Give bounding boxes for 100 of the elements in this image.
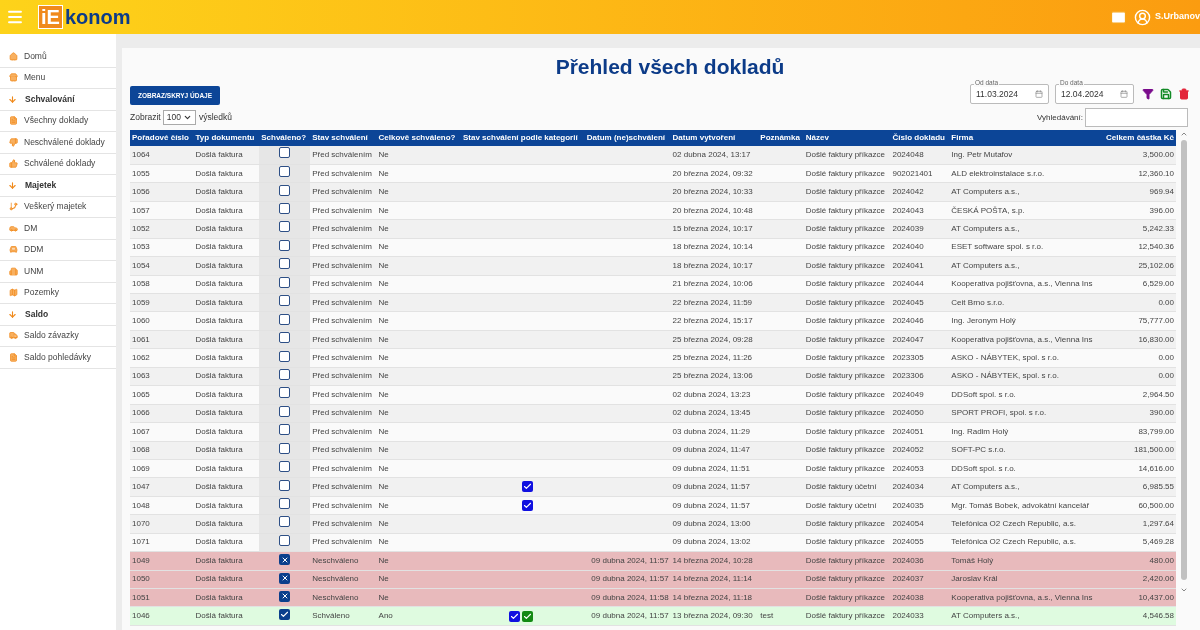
sidebar-item[interactable]: Menu [0,67,116,89]
column-header[interactable]: Schváleno? [259,130,311,146]
checkbox[interactable] [279,350,291,362]
checkbox[interactable] [279,332,291,344]
table-cell: Telefónica O2 Czech Republic, a.s. [949,514,1101,534]
category-checkbox[interactable] [508,610,520,622]
table-cell: 1063 [130,367,194,386]
checkbox[interactable] [279,258,291,270]
column-header[interactable]: Pořadové číslo [130,130,194,146]
rejected-checkbox[interactable] [279,572,291,584]
checkbox[interactable] [279,405,291,417]
sidebar-item[interactable]: DDM [0,239,116,261]
table-cell: 2024044 [890,275,950,294]
save-icon[interactable] [1160,88,1172,100]
sidebar-item[interactable]: DM [0,218,116,240]
calendar-icon[interactable] [1120,90,1128,98]
checkbox[interactable] [279,609,291,621]
table-cell: Před schválením [310,330,377,349]
calendar-icon[interactable] [1035,90,1043,98]
filter-icon[interactable] [1142,88,1154,100]
table-cell: Ne [376,330,461,349]
table-cell: Před schválením [310,146,377,165]
table-cell: Došlé faktury příkazce [803,293,891,312]
sidebar-item[interactable]: Saldo závazky [0,325,116,347]
sidebar-item[interactable]: Schválené doklady [0,153,116,175]
scroll-up-icon[interactable] [1180,130,1188,138]
sidebar-section[interactable]: Majetek [0,175,116,197]
table-cell: Došlé faktury příkazce [803,256,891,276]
checkbox[interactable] [279,498,291,510]
sidebar-section[interactable]: Saldo [0,304,116,326]
checkbox[interactable] [279,147,291,159]
checkbox[interactable] [279,166,291,178]
category-checkbox[interactable] [521,481,533,493]
delete-icon[interactable] [1178,88,1190,100]
table-cell: 09 dubna 2024, 11:57 [670,496,759,515]
table-cell: Došlá faktura [193,606,260,626]
column-header[interactable]: Firma [949,130,1101,146]
table-cell: Neschváleno [310,551,377,571]
table-cell: 181,500.00 [1100,441,1176,460]
checkbox[interactable] [279,516,291,528]
table-cell: 09 dubna 2024, 11:57 [591,555,669,565]
column-header[interactable]: Celkově schváleno? [376,130,461,146]
checkbox[interactable] [279,461,291,473]
table-cell: Došlá faktura [193,588,260,607]
table-cell: 09 dubna 2024, 11:47 [670,441,759,460]
sidebar-item[interactable]: Pozemky [0,282,116,304]
table-cell: 396.00 [1100,201,1176,220]
sidebar-item[interactable]: Saldo pohledávky [0,347,116,369]
table-row[interactable]: 1064 Došlá faktura Před schválením Ne 02 dubna 2024, 13:17 Došlé faktury příkazce 2024048 Ing. Petr Mutafov 3,500.00 [130,146,1176,165]
column-header[interactable]: Stav schválení podle kategorií [460,130,585,146]
column-header[interactable]: Stav schválení [310,130,377,146]
checkbox[interactable] [279,276,291,288]
table-cell: Kooperativa pojišťovna, a.s., Vienna Ins [949,275,1101,294]
table-cell: Ne [376,348,461,368]
sidebar-section[interactable]: Schvalování [0,89,116,111]
table-cell: 0.00 [1100,367,1176,386]
column-header[interactable]: Název [803,130,891,146]
checkbox[interactable] [279,239,291,251]
checkbox[interactable] [279,368,291,380]
rejected-checkbox[interactable] [279,554,291,566]
checkbox[interactable] [279,184,291,196]
sidebar-item[interactable]: Domů [0,46,116,68]
scroll-down-icon[interactable] [1180,586,1188,594]
column-header[interactable]: Číslo dokladu [890,130,950,146]
checkbox[interactable] [279,221,291,233]
table-cell: Ne [376,385,461,405]
sidebar-item[interactable]: UNM [0,261,116,283]
checkbox[interactable] [279,534,291,546]
search-field[interactable] [1085,108,1188,127]
checkbox[interactable] [279,442,291,454]
table-cell: 1065 [130,385,194,405]
checkbox[interactable] [279,479,291,491]
table-cell: Ne [376,256,461,276]
column-header[interactable]: Celkem částka Kč [1100,130,1176,146]
table-cell: Před schválením [310,533,377,552]
checkbox[interactable] [279,295,291,307]
checkbox[interactable] [279,203,291,215]
table-cell: AT Computers a.s., [949,477,1101,497]
rejected-checkbox[interactable] [279,590,291,602]
page-size-select[interactable]: 100 [162,110,196,125]
checkbox[interactable] [279,313,291,325]
table-cell: 2023306 [890,367,950,386]
column-header[interactable]: Typ dokumentu [193,130,260,146]
checkbox[interactable] [279,387,291,399]
table-cell: Došlé faktury příkazce [803,348,891,368]
table-cell: Ne [376,164,461,183]
column-header[interactable]: Poznámka [758,130,804,146]
table-cell: 22 března 2024, 11:59 [670,293,759,312]
column-header[interactable]: Datum vytvoření [670,130,759,146]
sidebar-item[interactable]: Všechny doklady [0,110,116,132]
category-checkbox[interactable] [521,499,533,511]
column-header[interactable]: Datum (ne)schválení [584,130,671,146]
category-checkbox[interactable] [521,610,533,622]
table-cell: Před schválením [310,477,377,497]
sidebar-item[interactable]: Veškerý majetek [0,196,116,218]
table-cell: 09 dubna 2024, 11:57 [591,611,669,621]
table-cell: Ne [376,201,461,220]
map-icon [9,288,18,298]
sidebar-item[interactable]: Neschválené doklady [0,132,116,154]
checkbox[interactable] [279,424,291,436]
